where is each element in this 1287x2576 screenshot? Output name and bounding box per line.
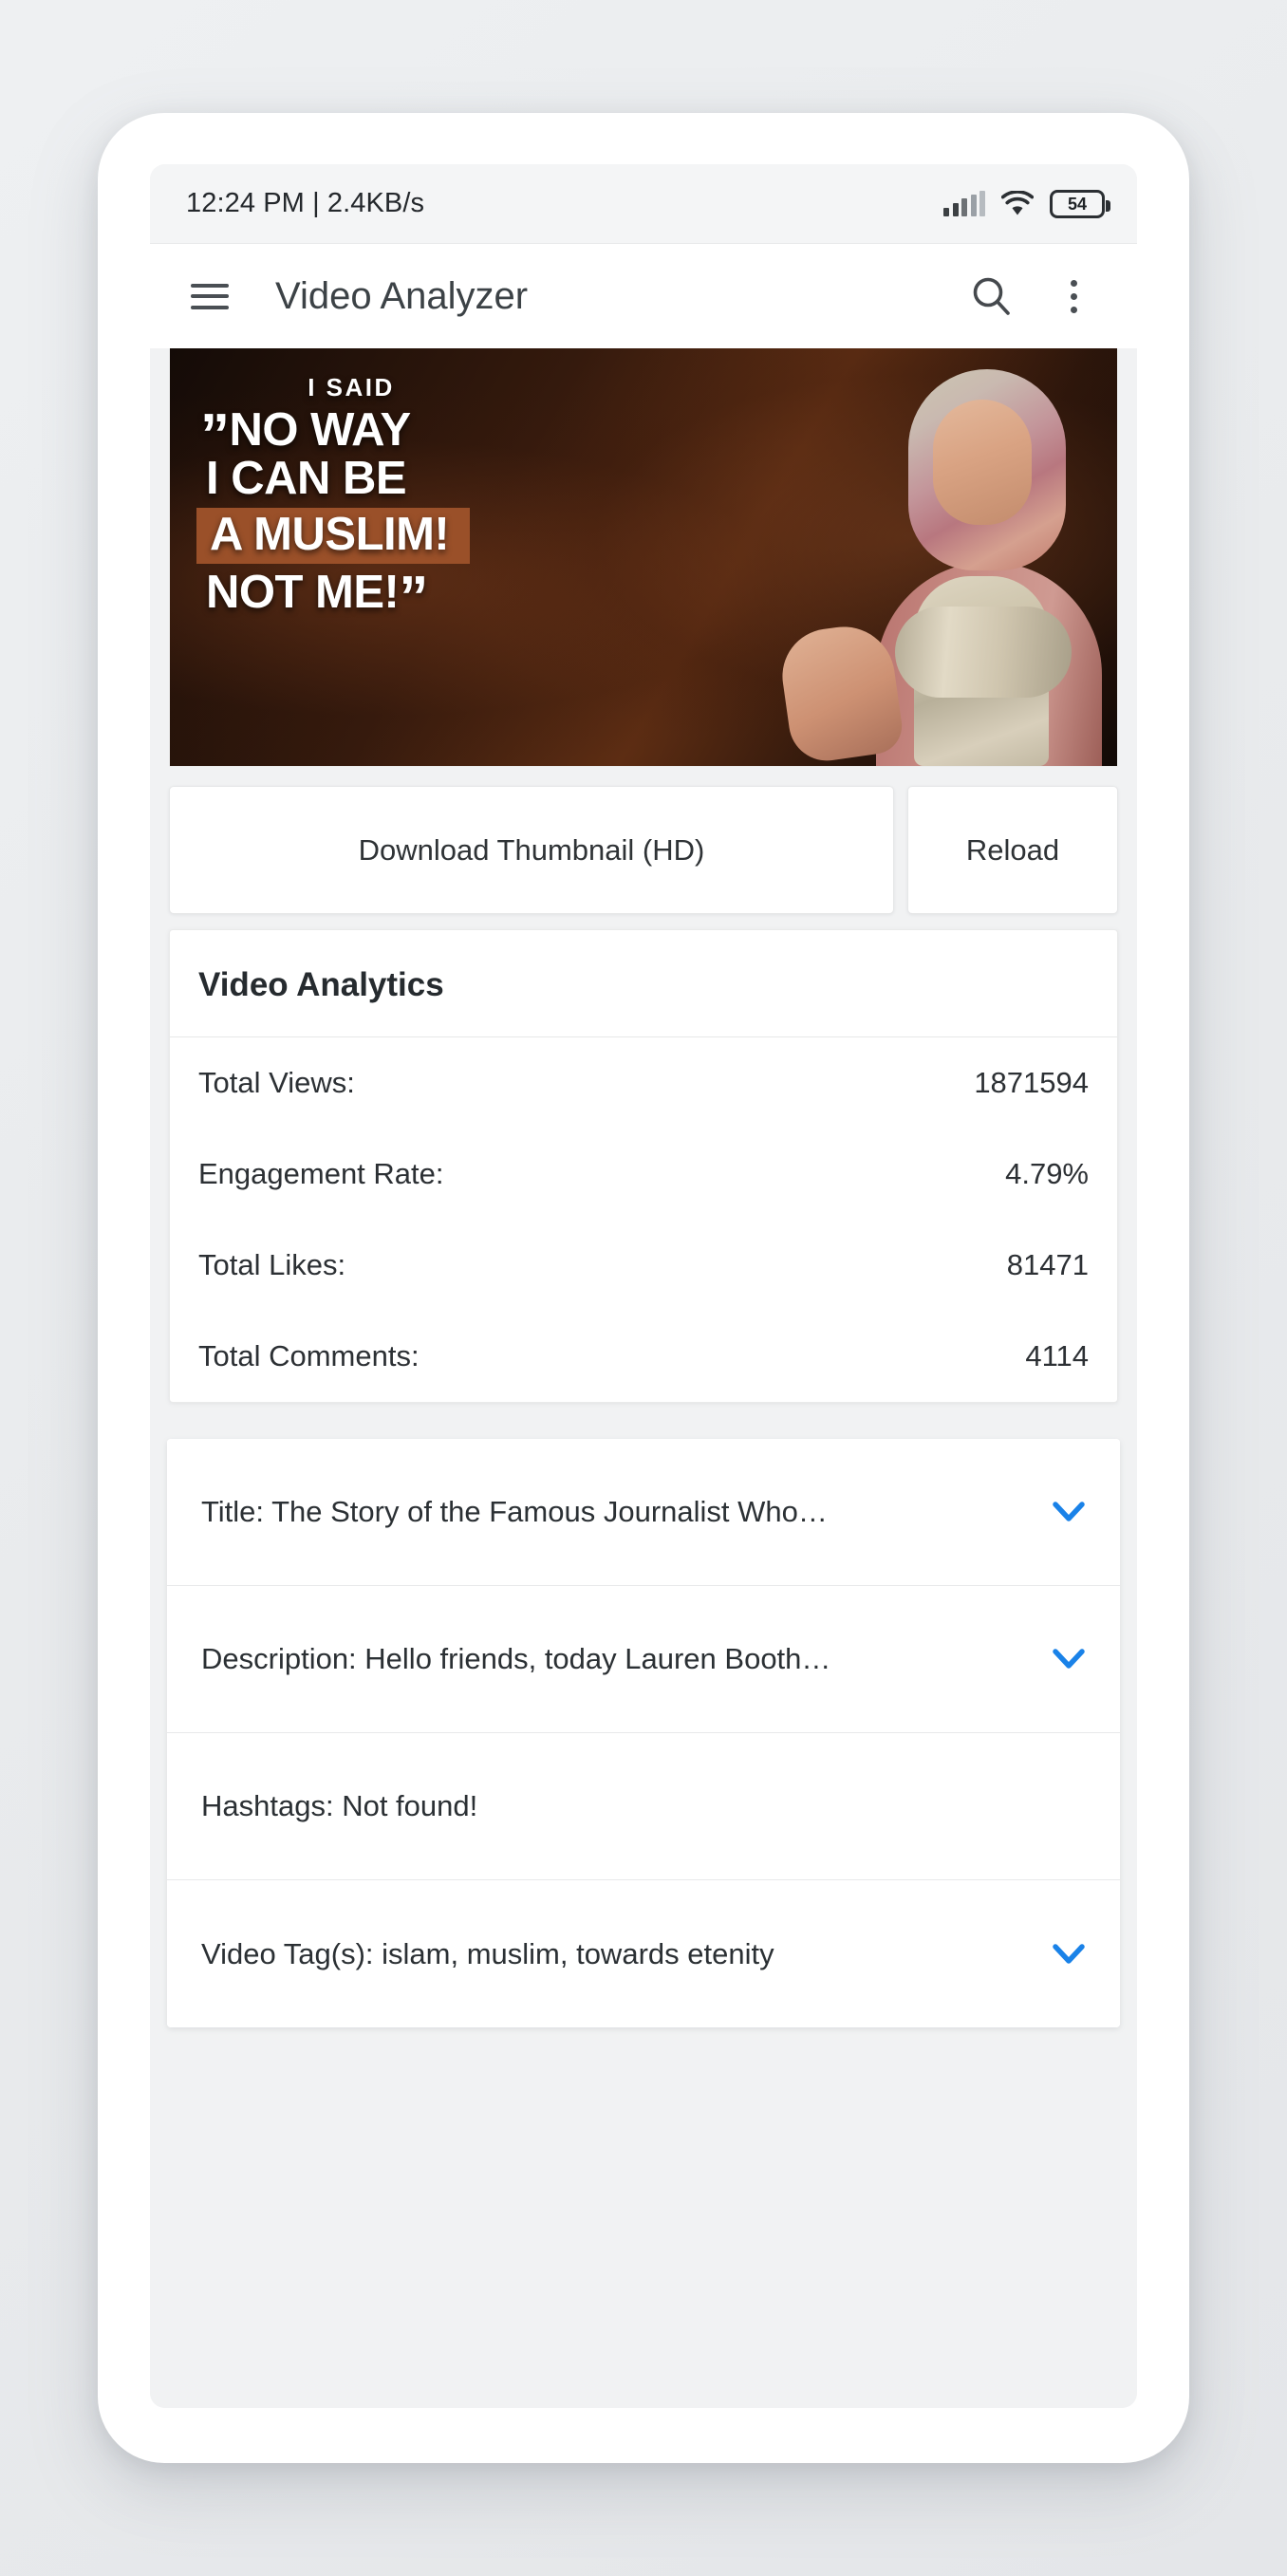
list-item-video-tags[interactable]: Video Tag(s): islam, muslim, towards ete… [167, 1880, 1120, 2027]
download-thumbnail-button[interactable]: Download Thumbnail (HD) [169, 786, 894, 914]
video-details-card: Title: The Story of the Famous Journalis… [167, 1439, 1120, 2027]
hamburger-menu-icon[interactable] [180, 267, 239, 326]
battery-level-text: 54 [1067, 194, 1088, 214]
list-item-label: Hashtags: Not found! [201, 1789, 478, 1822]
table-row: Engagement Rate: 4.79% [170, 1129, 1117, 1220]
thumbnail-line-2: I CAN BE [206, 452, 407, 504]
screenshot-root: 12:24 PM | 2.4KB/s 54 Video Analyzer I S… [0, 0, 1287, 2576]
list-item-label: Title: The Story of the Famous Journalis… [201, 1495, 828, 1528]
video-analytics-title: Video Analytics [170, 930, 1117, 1037]
stat-value: 4114 [1025, 1339, 1089, 1372]
close-quote-glyph: ” [399, 564, 428, 630]
battery-icon: 54 [1050, 189, 1110, 218]
thumbnail-kicker: I SAID [308, 373, 395, 401]
table-row: Total Likes: 81471 [170, 1220, 1117, 1311]
thumbnail-overlay-text: I SAID ”NO WAY I CAN BE A MUSLIM! NOT ME… [195, 373, 631, 626]
scroll-content[interactable]: I SAID ”NO WAY I CAN BE A MUSLIM! NOT ME… [150, 348, 1137, 2408]
wifi-icon [1000, 190, 1035, 216]
phone-screen: 12:24 PM | 2.4KB/s 54 Video Analyzer I S… [150, 164, 1137, 2408]
stat-label: Engagement Rate: [198, 1157, 444, 1190]
phone-frame: 12:24 PM | 2.4KB/s 54 Video Analyzer I S… [98, 113, 1189, 2463]
thumbnail-card: I SAID ”NO WAY I CAN BE A MUSLIM! NOT ME… [169, 348, 1118, 767]
chevron-down-icon[interactable] [1050, 1640, 1088, 1678]
list-item-label: Description: Hello friends, today Lauren… [201, 1642, 831, 1675]
search-icon[interactable] [962, 267, 1021, 326]
stat-value: 1871594 [974, 1066, 1089, 1099]
stat-label: Total Comments: [198, 1339, 420, 1372]
list-item-hashtags[interactable]: Hashtags: Not found! [167, 1733, 1120, 1880]
video-thumbnail[interactable]: I SAID ”NO WAY I CAN BE A MUSLIM! NOT ME… [170, 348, 1117, 766]
stat-value: 81471 [1006, 1248, 1089, 1281]
list-item-title[interactable]: Title: The Story of the Famous Journalis… [167, 1439, 1120, 1586]
thumbnail-line-1-text: NO WAY [229, 404, 412, 456]
page-title: Video Analyzer [275, 274, 529, 317]
app-bar: Video Analyzer [150, 244, 1137, 348]
open-quote-glyph: ” [200, 402, 230, 468]
table-row: Total Views: 1871594 [170, 1037, 1117, 1129]
list-item-description[interactable]: Description: Hello friends, today Lauren… [167, 1586, 1120, 1733]
stat-label: Total Likes: [198, 1248, 346, 1281]
thumbnail-person-image [775, 356, 1115, 766]
stat-value: 4.79% [1005, 1157, 1089, 1190]
thumbnail-line-4: NOT ME!” [195, 566, 631, 626]
thumbnail-line-3: A MUSLIM! [196, 507, 471, 564]
table-row: Total Comments: 4114 [170, 1311, 1117, 1402]
status-bar: 12:24 PM | 2.4KB/s 54 [150, 164, 1137, 244]
thumbnail-line-1: ”NO WAY [195, 404, 631, 465]
thumbnail-line-4-text: NOT ME! [206, 566, 400, 618]
more-vertical-icon[interactable] [1044, 267, 1103, 326]
thumbnail-actions: Download Thumbnail (HD) Reload [169, 786, 1118, 914]
signal-bars-icon [943, 191, 985, 216]
chevron-down-icon[interactable] [1050, 1493, 1088, 1531]
list-item-label: Video Tag(s): islam, muslim, towards ete… [201, 1936, 774, 1970]
reload-button[interactable]: Reload [907, 786, 1118, 914]
status-icons: 54 [943, 189, 1110, 218]
chevron-down-icon[interactable] [1050, 1935, 1088, 1973]
video-analytics-card: Video Analytics Total Views: 1871594 Eng… [169, 929, 1118, 1403]
status-time-and-network-speed: 12:24 PM | 2.4KB/s [186, 188, 425, 218]
stat-label: Total Views: [198, 1066, 355, 1099]
